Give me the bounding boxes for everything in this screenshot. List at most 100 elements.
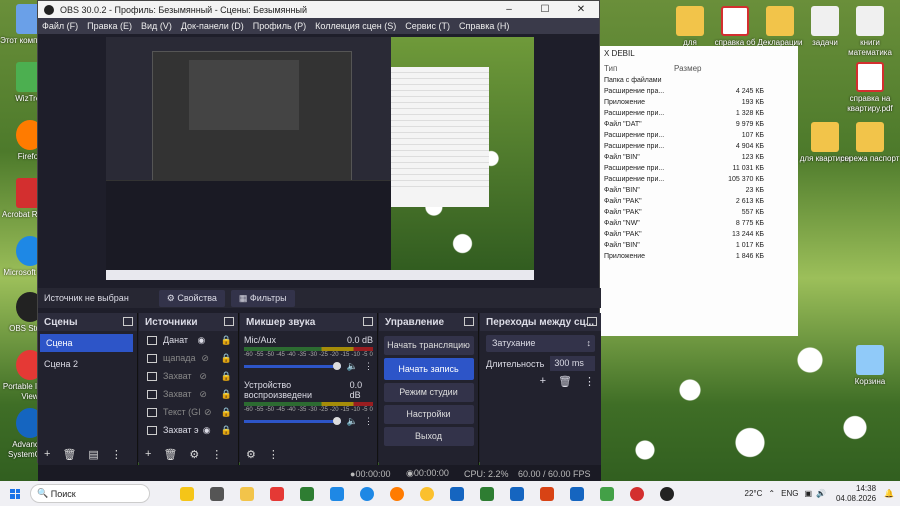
eye-hidden-icon[interactable]: ⊘ [199,371,207,382]
record-app-icon[interactable] [630,486,644,501]
lock-icon[interactable]: 🔒 [221,407,232,418]
maximize-button[interactable]: ☐ [527,4,563,15]
source-item[interactable]: Захват ⊘ 🔒 [139,385,238,403]
eye-hidden-icon[interactable]: ⊘ [201,353,209,364]
lock-icon[interactable]: 🔒 [221,371,232,382]
menu-edit[interactable]: Правка (E) [87,21,132,31]
desktop-icon-apartment-pdf[interactable]: справка на квартиру.pdf [840,62,900,114]
column-size[interactable]: Размер [674,64,764,73]
more-icon[interactable]: ⋮ [211,448,222,461]
source-item[interactable]: щапада ⊘ 🔒 [139,349,238,367]
scene-item[interactable]: Сцена 2 [38,355,137,373]
lock-icon[interactable]: 🔒 [221,353,232,364]
excel-icon[interactable] [480,486,494,501]
firefox-icon[interactable] [390,486,404,501]
explorer-row[interactable]: Файл "PAK"2 613 КБ2018 14:18 [600,196,798,207]
volume-slider[interactable] [244,417,341,425]
start-recording-button[interactable]: Начать запись [383,358,474,380]
powerpoint-icon[interactable] [540,486,554,501]
source-item[interactable]: Текст (GI ⊘ 🔒 [139,403,238,421]
explorer-row[interactable]: Файл "BIN"23 КБ2018 14:18 [600,185,798,196]
undock-icon[interactable] [224,317,234,326]
column-type[interactable]: Тип [604,64,674,73]
menu-file[interactable]: Файл (F) [42,21,78,31]
explorer-row[interactable]: Файл "DAT"9 979 КБ2018 14:18 [600,119,798,130]
undock-icon[interactable] [123,317,133,326]
menu-scene-collection[interactable]: Коллекция сцен (S) [315,21,396,31]
filter-icon[interactable]: ▤ [88,448,98,461]
weather-temp[interactable]: 22°C [745,489,763,498]
duration-input[interactable]: 300 ms [550,356,595,371]
start-streaming-button[interactable]: Начать трансляцию [383,336,474,355]
windows-start-icon[interactable] [10,488,20,499]
exit-button[interactable]: Выход [383,427,474,446]
more-icon[interactable]: ⋮ [584,375,595,388]
menu-view[interactable]: Вид (V) [141,21,172,31]
more-icon[interactable]: ⋮ [268,448,279,461]
eye-icon[interactable]: ◉ [203,425,211,436]
explorer-row[interactable]: Папка с файлами [600,75,798,86]
minimize-button[interactable]: – [491,4,527,15]
menu-tools[interactable]: Сервис (T) [405,21,450,31]
more-icon[interactable]: ⋮ [364,416,373,427]
desktop-icon-recycle-bin[interactable]: Корзина [840,345,900,387]
app-icon[interactable] [600,486,614,501]
preview-canvas[interactable] [106,37,534,280]
app-icon[interactable] [570,486,584,501]
more-icon[interactable]: ⋮ [364,361,373,372]
explorer-row[interactable]: Приложение193 КБ2002 16:47 [600,97,798,108]
eye-hidden-icon[interactable]: ⊘ [199,389,207,400]
source-item[interactable]: Данат ◉ 🔒 [139,331,238,349]
explorer-row[interactable]: Расширение при...4 904 КБ2018 14:18 [600,141,798,152]
lock-icon[interactable]: 🔒 [221,335,232,346]
taskbar-search[interactable]: 🔍 Поиск [30,484,150,503]
chrome-icon[interactable] [420,486,434,501]
transition-select[interactable]: Затухание ↕ [486,335,595,352]
explorer-icon[interactable] [240,486,254,501]
more-icon[interactable]: ⋮ [111,448,122,461]
lock-icon[interactable]: 🔒 [221,425,232,436]
copilot-icon[interactable] [180,486,194,501]
word-icon[interactable] [510,486,524,501]
lock-icon[interactable]: 🔒 [221,389,232,400]
mail-icon[interactable] [330,486,344,501]
yandex-icon[interactable] [270,486,284,501]
studio-mode-button[interactable]: Режим студии [383,383,474,402]
filters-button[interactable]: ▦ Фильтры [230,289,295,307]
link-icon[interactable]: ⚙ [246,448,256,461]
chevron-up-icon[interactable]: ⌃ [768,489,775,498]
explorer-row[interactable]: Файл "PAK"13 244 КБ2018 14:18 [600,229,798,240]
add-icon[interactable]: + [145,448,151,460]
trash-icon[interactable]: 🗑 [558,375,572,388]
explorer-row[interactable]: Файл "NW"8 775 КБ2018 21:15 [600,218,798,229]
explorer-row[interactable]: Расширение при...107 КБ2018 14:18 [600,130,798,141]
undock-icon[interactable] [464,317,474,326]
volume-icon[interactable]: 🔊 [816,489,826,498]
speaker-icon[interactable]: 🔈 [347,416,358,427]
gear-icon[interactable]: ⚙ [189,448,199,461]
app-icon[interactable] [300,486,314,501]
eye-icon[interactable]: ◉ [197,335,205,346]
explorer-row[interactable]: Файл "BIN"1 017 КБ2018 14:18 [600,240,798,251]
obs-taskbar-icon[interactable] [660,486,674,501]
menu-help[interactable]: Справка (H) [459,21,509,31]
volume-slider[interactable] [244,362,341,370]
network-icon[interactable]: ▣ [804,489,812,498]
explorer-row[interactable]: Расширение при...11 031 КБ2018 14:18 [600,163,798,174]
trash-icon[interactable]: 🗑 [62,448,76,461]
menu-profile[interactable]: Профиль (P) [253,21,306,31]
menu-docks[interactable]: Док-панели (D) [181,21,244,31]
close-button[interactable]: ✕ [563,4,599,15]
settings-button[interactable]: Настройки [383,405,474,424]
explorer-row[interactable]: Файл "PAK"557 КБ2018 14:18 [600,207,798,218]
undock-icon[interactable] [363,317,373,326]
explorer-row[interactable]: Расширение при...105 370 КБ2018 14:18 [600,174,798,185]
language-indicator[interactable]: ENG [781,489,798,498]
word-icon[interactable] [450,486,464,501]
eye-hidden-icon[interactable]: ⊘ [204,407,212,418]
trash-icon[interactable]: 🗑 [163,448,177,461]
scene-item[interactable]: Сцена [40,334,133,352]
edge-icon[interactable] [360,486,374,501]
speaker-icon[interactable]: 🔈 [347,361,358,372]
source-item[interactable]: Захват э ◉ 🔒 [139,421,238,439]
